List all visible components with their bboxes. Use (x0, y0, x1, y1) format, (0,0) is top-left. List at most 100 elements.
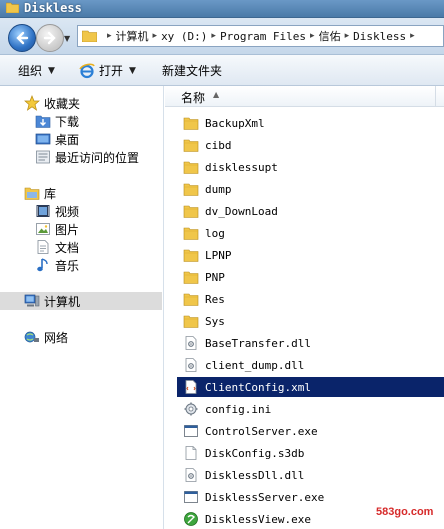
breadcrumb-xinyou[interactable]: 信佑 (319, 28, 341, 44)
file-row[interactable]: dump (177, 179, 444, 199)
folder-icon (183, 293, 199, 306)
desktop-icon (35, 133, 51, 145)
nav-documents-label: 文档 (55, 240, 80, 255)
file-name: Res (205, 292, 225, 306)
arrow-right-icon (43, 31, 56, 45)
folder-icon (183, 271, 199, 284)
chevron-right-icon[interactable]: ▸ (211, 31, 216, 41)
file-row[interactable]: cibd (177, 135, 444, 155)
nav-downloads-label: 下载 (55, 114, 80, 129)
breadcrumb-computer[interactable]: 计算机 (116, 28, 149, 44)
nav-network[interactable]: 网络 (24, 328, 68, 346)
nav-favorites-label: 收藏夹 (44, 96, 81, 111)
folder-icon (183, 205, 199, 218)
file-row[interactable]: log (177, 223, 444, 243)
file-name: LPNP (205, 248, 232, 262)
file-name: BaseTransfer.dll (205, 336, 311, 350)
network-icon (24, 331, 39, 343)
nav-item-downloads[interactable]: 下载 (35, 112, 79, 130)
file-name: BackupXml (205, 116, 265, 130)
title-bar: Diskless (0, 0, 444, 18)
dll-icon (185, 468, 197, 482)
file-name: DisklessView.exe (205, 512, 311, 526)
chevron-right-icon[interactable]: ▸ (310, 31, 315, 41)
file-row[interactable]: DisklessDll.dll (177, 465, 444, 485)
back-button[interactable] (8, 24, 36, 52)
forward-button[interactable] (36, 24, 64, 52)
file-name: DiskConfig.s3db (205, 446, 305, 460)
nav-item-desktop[interactable]: 桌面 (35, 130, 79, 148)
chevron-right-icon[interactable]: ▸ (410, 31, 415, 41)
libraries-icon (24, 187, 40, 200)
file-name: ControlServer.exe (205, 424, 318, 438)
folder-icon (183, 139, 199, 152)
file-row[interactable]: dv_DownLoad (177, 201, 444, 221)
nav-item-recent-places[interactable]: 最近访问的位置 (35, 148, 139, 166)
sort-ascending-icon: ▲ (213, 90, 220, 99)
folder-icon (183, 117, 199, 130)
navigation-bar: ▼ ▸ 计算机 ▸ xy (D:) ▸ Program Files ▸ 信佑 ▸… (0, 18, 444, 55)
breadcrumb-diskless[interactable]: Diskless (353, 30, 406, 43)
arrow-left-icon (16, 31, 29, 45)
file-row[interactable]: LPNP (177, 245, 444, 265)
breadcrumb-program-files[interactable]: Program Files (220, 30, 306, 43)
nav-item-videos[interactable]: 视频 (35, 202, 79, 220)
new-folder-button[interactable]: 新建文件夹 (162, 62, 222, 79)
file-row[interactable]: PNP (177, 267, 444, 287)
organize-label: 组织 (18, 64, 43, 78)
file-name: config.ini (205, 402, 272, 416)
nav-item-pictures[interactable]: 图片 (35, 220, 79, 238)
file-row[interactable]: DisklessServer.exe (177, 487, 444, 507)
app-green-icon (184, 512, 198, 526)
nav-item-music[interactable]: 音乐 (35, 256, 79, 274)
file-name: log (205, 226, 225, 240)
file-name: cibd (205, 138, 232, 152)
open-button[interactable]: 打开 ▼ (79, 62, 136, 79)
nav-pictures-label: 图片 (55, 222, 80, 237)
file-row[interactable]: client_dump.dll (177, 355, 444, 375)
nav-libraries[interactable]: 库 (24, 184, 56, 202)
nav-desktop-label: 桌面 (55, 132, 80, 147)
chevron-right-icon[interactable]: ▸ (107, 31, 112, 41)
folder-icon (183, 315, 199, 328)
file-list-pane: 名称 ▲ BackupXml cibd disklessupt dump dv_Down… (165, 86, 444, 529)
chevron-right-icon[interactable]: ▸ (153, 31, 158, 41)
computer-icon (24, 294, 40, 307)
xml-icon (185, 380, 197, 394)
watermark: 583go.com (376, 506, 434, 518)
organize-button[interactable]: 组织 ▼ (18, 62, 55, 79)
file-name: dump (205, 182, 232, 196)
file-row[interactable]: config.ini (177, 399, 444, 419)
file-name: disklessupt (205, 160, 278, 174)
file-name: DisklessDll.dll (205, 468, 305, 482)
file-row[interactable]: ControlServer.exe (177, 421, 444, 441)
exe-icon (184, 491, 198, 503)
dll-icon (185, 336, 197, 350)
breadcrumb-drive[interactable]: xy (D:) (161, 30, 207, 43)
file-row[interactable]: Sys (177, 311, 444, 331)
column-name-label: 名称 (181, 91, 206, 105)
folder-icon (183, 249, 199, 262)
file-icon (185, 446, 197, 460)
file-row[interactable]: DiskConfig.s3db (177, 443, 444, 463)
nav-favorites[interactable]: 收藏夹 (24, 94, 80, 112)
file-row[interactable]: Res (177, 289, 444, 309)
navigation-pane: 收藏夹 下载 桌面 最近访问的位置 库 视频 图片 文档 音乐 计算机 网络 (0, 86, 164, 529)
file-row[interactable]: ClientConfig.xml (177, 377, 444, 397)
chevron-right-icon[interactable]: ▸ (345, 31, 350, 41)
recent-pages-dropdown[interactable]: ▼ (64, 34, 70, 43)
column-divider[interactable] (435, 86, 436, 106)
column-header-name[interactable]: 名称 ▲ (165, 86, 444, 107)
recent-places-icon (36, 150, 50, 164)
nav-videos-label: 视频 (55, 204, 80, 219)
nav-computer[interactable]: 计算机 (0, 292, 162, 310)
internet-explorer-icon (79, 63, 95, 78)
file-row[interactable]: BackupXml (177, 113, 444, 133)
file-row[interactable]: disklessupt (177, 157, 444, 177)
nav-item-documents[interactable]: 文档 (35, 238, 79, 256)
file-name: dv_DownLoad (205, 204, 278, 218)
documents-icon (37, 240, 49, 254)
address-bar[interactable]: ▸ 计算机 ▸ xy (D:) ▸ Program Files ▸ 信佑 ▸ D… (77, 25, 444, 47)
window-title: Diskless (24, 1, 82, 15)
file-row[interactable]: BaseTransfer.dll (177, 333, 444, 353)
